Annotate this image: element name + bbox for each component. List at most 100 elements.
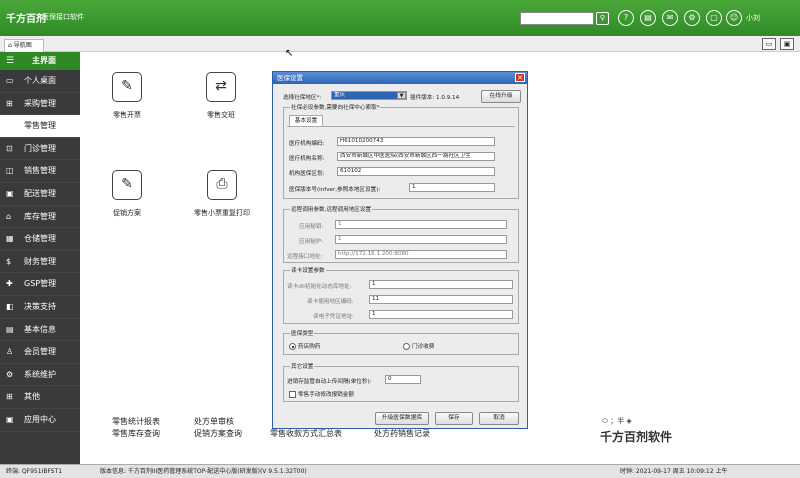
- monitor-icon: ▭: [6, 76, 14, 85]
- sidebar-item-label: 零售管理: [24, 121, 56, 131]
- link-promotion-query[interactable]: 促销方案查询: [194, 428, 242, 439]
- tab-navigation[interactable]: ⌂ 导航图: [4, 39, 44, 52]
- status-version: 版本信息: 千方百剂III医药管理系统TOP-配送中心版(研发版)(V 9.5.…: [100, 468, 307, 475]
- window-restore-icon[interactable]: ▭: [762, 38, 776, 50]
- link-prescription-review[interactable]: 处方单审核: [194, 416, 234, 427]
- radio-checked-icon: [289, 343, 296, 350]
- sidebar-item-app-center[interactable]: ▣ 应用中心: [0, 409, 80, 432]
- checkbox-label: 零售手动修改报销金额: [298, 392, 354, 398]
- clipboard-icon: ✎: [112, 72, 142, 102]
- module-label: 零售小票重复打印: [194, 209, 250, 217]
- insurance-settings-dialog: 医保设置 ✕ 选择社保地区*: 重庆 ▼ 插件版本: 1.0.9.14 在线升级 …: [272, 71, 528, 429]
- window-close-icon[interactable]: ▣: [780, 38, 794, 50]
- document-icon[interactable]: ▤: [640, 10, 656, 26]
- radio-unchecked-icon: [403, 343, 410, 350]
- sidebar-header[interactable]: ☰ 主界面: [0, 52, 80, 70]
- tab-basic-settings[interactable]: 基本设置: [289, 115, 323, 126]
- region-select[interactable]: 重庆: [331, 91, 407, 100]
- search-icon[interactable]: ⚲: [596, 12, 609, 25]
- card-cert-field[interactable]: 1: [369, 310, 513, 319]
- sidebar-item-retail[interactable]: 零售管理: [0, 115, 80, 138]
- user-name[interactable]: 小刘: [746, 13, 760, 23]
- mail-icon[interactable]: ✉: [662, 10, 678, 26]
- menu-icon: ☰: [6, 56, 15, 66]
- sidebar-item-label: 仓储管理: [24, 234, 56, 244]
- org-code-field[interactable]: H61010200743: [337, 137, 495, 146]
- module-label: 零售开票: [113, 111, 141, 119]
- org-code-label: 医疗机构编码:: [289, 141, 325, 147]
- group-title: 远程调用参数,远程调用地区设置: [290, 205, 373, 213]
- sidebar-item-finance[interactable]: $ 财务管理: [0, 251, 80, 274]
- group-title: 社保必设参数,需要向社保中心索取*: [290, 103, 381, 111]
- grid-icon: ⊞: [6, 392, 13, 402]
- module-retail-billing[interactable]: ✎ 零售开票: [92, 72, 162, 120]
- module-receipt-reprint[interactable]: ⎙ 零售小票重复打印: [186, 170, 258, 218]
- chevron-down-icon[interactable]: ▼: [397, 92, 406, 99]
- truck-icon: ▣: [6, 188, 14, 198]
- sidebar-item-purchase[interactable]: ⊞ 采购管理: [0, 93, 80, 116]
- sidebar-item-label: 库存管理: [24, 211, 56, 221]
- save-button[interactable]: 保存: [435, 412, 473, 425]
- sidebar-item-label: 个人桌面: [24, 76, 56, 85]
- sidebar-item-other[interactable]: ⊞ 其他: [0, 386, 80, 409]
- user-avatar-icon[interactable]: ☺: [726, 10, 742, 26]
- status-bar: 终端: QF951IBFST1 版本信息: 千方百剂III医药管理系统TOP-配…: [0, 464, 800, 478]
- handover-icon: ⇄: [206, 72, 236, 102]
- app-key-field[interactable]: 1: [335, 235, 507, 244]
- status-host: 终端: QF951IBFST1: [6, 468, 63, 475]
- region-label: 选择社保地区*:: [283, 95, 322, 101]
- sidebar-item-storage[interactable]: ▦ 仓储管理: [0, 228, 80, 251]
- radio-pharmacy[interactable]: 药店购药: [289, 342, 320, 350]
- settings-icon[interactable]: ⚙: [684, 10, 700, 26]
- sidebar-item-label: 其他: [24, 392, 40, 402]
- sidebar-item-clinic[interactable]: ⊡ 门诊管理: [0, 138, 80, 161]
- plugin-version: 插件版本: 1.0.9.14: [410, 95, 460, 101]
- sidebar-item-members[interactable]: ♙ 会员管理: [0, 341, 80, 364]
- sidebar-item-system[interactable]: ⚙ 系统维护: [0, 364, 80, 387]
- sidebar: ☰ 主界面 ▭ 个人桌面 ⊞ 采购管理 零售管理 ⊡ 门诊管理 ◫ 销售管理 ▣ 配送管理 …: [0, 52, 80, 464]
- upgrade-db-button[interactable]: 升级医保数据库: [375, 412, 429, 425]
- remote-url-field[interactable]: http://172.16.1.200:8080: [335, 250, 507, 259]
- lock-icon[interactable]: ▢: [706, 10, 722, 26]
- card-init-label: 读卡dll初始化动态库地址:: [287, 284, 352, 290]
- sidebar-item-decision[interactable]: ◧ 决策支持: [0, 296, 80, 319]
- help-icon[interactable]: ?: [618, 10, 634, 26]
- home-icon: ⌂: [8, 42, 12, 49]
- sidebar-item-label: 系统维护: [24, 369, 56, 379]
- sidebar-item-sales[interactable]: ◫ 销售管理: [0, 160, 80, 183]
- link-payment-summary[interactable]: 零售收款方式汇总表: [270, 428, 342, 439]
- upload-interval-field[interactable]: 0: [385, 375, 421, 384]
- card-cert-label: 读电子凭证地址:: [313, 314, 355, 320]
- mouse-cursor-icon: ↖: [285, 48, 294, 59]
- org-name-label: 医疗机构名称:: [289, 156, 325, 162]
- sidebar-item-gsp[interactable]: ✚ GSP管理: [0, 273, 80, 296]
- search-input[interactable]: [520, 12, 594, 25]
- chart-icon: ◫: [6, 166, 14, 176]
- link-retail-report[interactable]: 零售统计报表: [112, 416, 160, 427]
- manual-amount-checkbox[interactable]: 零售手动修改报销金额: [289, 390, 354, 398]
- card-region-field[interactable]: 11: [369, 295, 513, 304]
- module-retail-shift[interactable]: ⇄ 零售交班: [186, 72, 256, 120]
- upgrade-online-button[interactable]: 在线升级: [481, 90, 521, 103]
- dialog-titlebar[interactable]: 医保设置 ✕: [273, 72, 527, 84]
- card-init-field[interactable]: 1: [369, 280, 513, 289]
- link-retail-stock[interactable]: 零售库存查询: [112, 428, 160, 439]
- cancel-button[interactable]: 取消: [479, 412, 519, 425]
- app-id-field[interactable]: 1: [335, 220, 507, 229]
- module-promotion[interactable]: ✎ 促销方案: [92, 170, 162, 218]
- link-rx-sales[interactable]: 处方药销售记录: [374, 428, 430, 439]
- sidebar-item-desktop[interactable]: ▭ 个人桌面: [0, 70, 80, 93]
- sidebar-item-basic-info[interactable]: ▤ 基本信息: [0, 319, 80, 342]
- org-name-field[interactable]: 西安市新城区中医医院(西安市新城区西一路社区卫生: [337, 152, 495, 161]
- group-title: 其它设置: [290, 362, 315, 370]
- area-field[interactable]: 610102: [337, 167, 495, 176]
- sidebar-header-label: 主界面: [32, 56, 56, 65]
- gear-icon: ⚙: [6, 369, 14, 379]
- radio-clinic[interactable]: 门诊收费: [403, 342, 434, 350]
- version-field[interactable]: 1: [409, 183, 495, 192]
- sidebar-item-inventory[interactable]: ⌂ 库存管理: [0, 206, 80, 229]
- remote-url-label: 远程接口地址:: [287, 254, 323, 260]
- sidebar-item-delivery[interactable]: ▣ 配送管理: [0, 183, 80, 206]
- top-bar: 千方百剂 医保接口软件 ⚲ ? ▤ ✉ ⚙ ▢ ☺ 小刘: [0, 0, 800, 36]
- close-icon[interactable]: ✕: [515, 73, 525, 82]
